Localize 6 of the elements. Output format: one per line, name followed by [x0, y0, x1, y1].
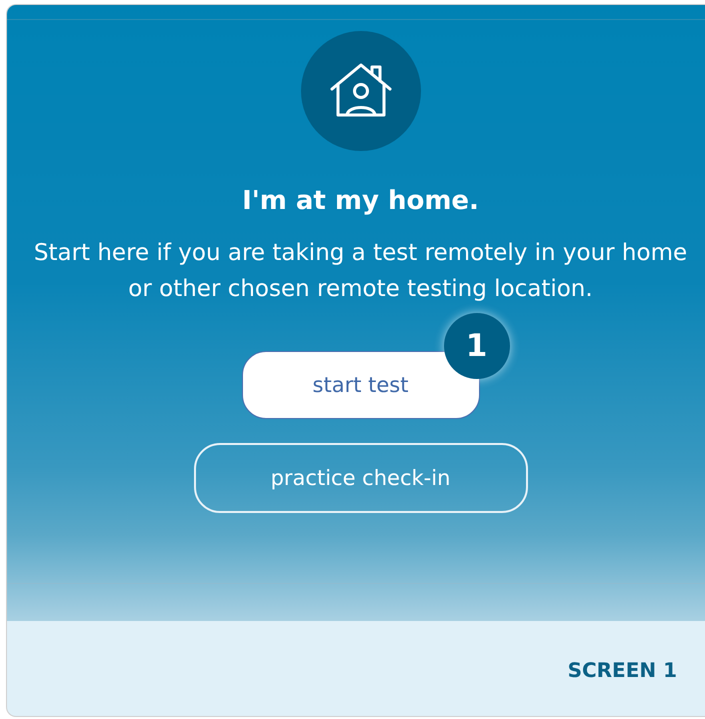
screen-label: SCREEN 1	[568, 658, 677, 682]
heading: I'm at my home.	[242, 185, 479, 217]
outline-button[interactable]: practice check-in	[194, 443, 528, 513]
step-badge: 1	[444, 313, 510, 379]
home-person-icon	[330, 63, 392, 119]
description: Start here if you are taking a test remotely in your home or other chosen remote testing location.	[32, 239, 688, 304]
